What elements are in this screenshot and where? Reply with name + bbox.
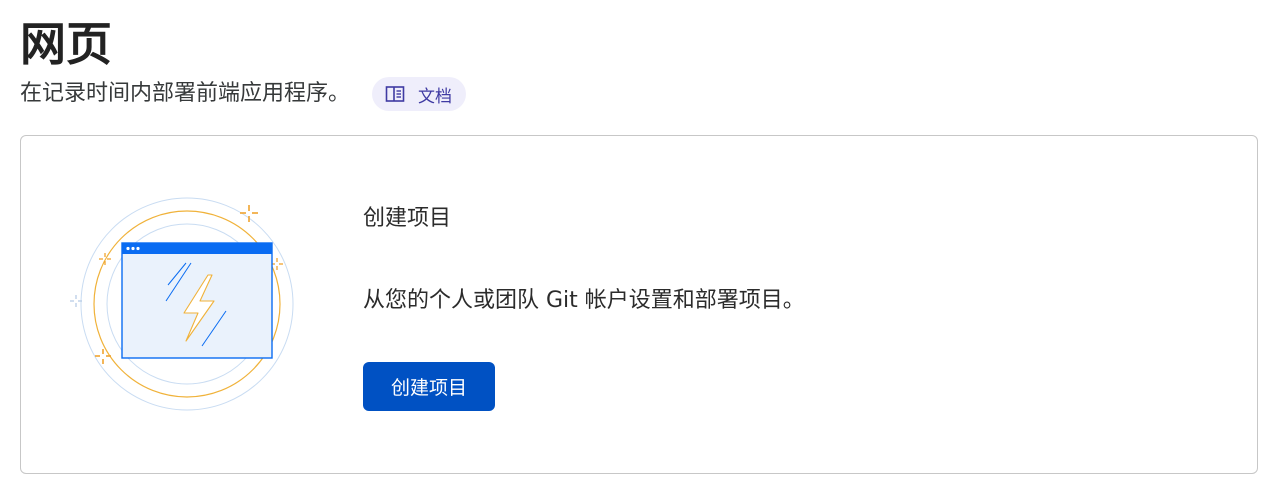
subtitle-row: 在记录时间内部署前端应用程序。 文档 <box>20 76 467 112</box>
page-subtitle: 在记录时间内部署前端应用程序。 <box>20 81 351 106</box>
create-project-button[interactable]: 创建项目 <box>363 362 495 411</box>
sparkle-icon <box>240 205 258 222</box>
browser-lightning-illustration <box>66 191 308 411</box>
docs-label: 文档 <box>418 86 453 107</box>
pages-page: 网页 在记录时间内部署前端应用程序。 文档 创建项目 从您的个人或团队 Git … <box>0 0 1281 500</box>
book-open-icon <box>384 83 406 105</box>
docs-link[interactable]: 文档 <box>372 77 467 111</box>
card-description: 从您的个人或团队 Git 帐户设置和部署项目。 <box>363 288 805 313</box>
card-heading: 创建项目 <box>363 206 452 231</box>
create-project-card: 创建项目 从您的个人或团队 Git 帐户设置和部署项目。 创建项目 <box>20 135 1258 474</box>
page-title: 网页 <box>20 17 112 71</box>
